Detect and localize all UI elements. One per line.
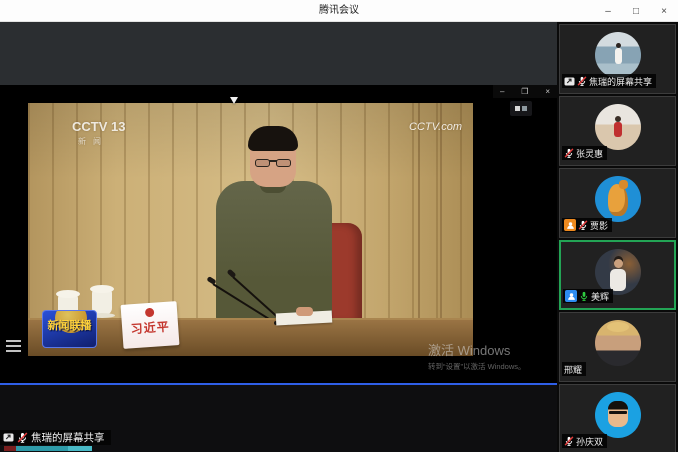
avatar [595, 104, 641, 150]
emblem-icon [144, 308, 154, 318]
shared-app-minimize-icon: – [500, 85, 504, 98]
windows-activation-watermark: 激活 Windows 转到“设置”以激活 Windows。 [428, 340, 526, 372]
participant-name: 贾影 [590, 219, 608, 232]
participant-name: 邢耀 [564, 363, 582, 376]
participants-sidebar: 焦瑞的屏幕共享 张灵惠 贾影 [557, 22, 678, 452]
cctv13-sub-watermark: 新闻 [78, 136, 125, 147]
muted-mic-icon [17, 432, 28, 443]
participant-name: 张灵惠 [576, 147, 603, 160]
avatar [595, 176, 641, 222]
speaker-hand [296, 307, 313, 316]
cctv13-watermark: CCTV 13 新闻 [72, 119, 125, 147]
mouse-cursor [230, 97, 238, 104]
shared-screen-area: CCTV 13 新闻 CCTV.com [0, 22, 557, 452]
name-plate: 习近平 [121, 301, 180, 349]
maximize-button[interactable]: □ [622, 6, 650, 17]
cctvcom-watermark: CCTV.com [409, 121, 462, 133]
shared-video-player: CCTV 13 新闻 CCTV.com [0, 85, 557, 383]
avatar [595, 320, 641, 366]
cctv-video-frame: CCTV 13 新闻 CCTV.com [28, 103, 473, 356]
participant-tile-active-speaker[interactable]: 美辉 [559, 240, 676, 310]
xinwenlianbo-logo: 新闻联播 XINWENLIANBO [42, 310, 97, 348]
participant-tile[interactable]: 焦瑞的屏幕共享 [559, 24, 676, 94]
avatar [595, 32, 641, 78]
participant-label: 邢耀 [562, 362, 586, 376]
participant-tile[interactable]: 贾影 [559, 168, 676, 238]
member-badge-icon [565, 290, 577, 302]
muted-mic-icon [578, 220, 588, 230]
active-mic-icon [579, 291, 589, 301]
close-button[interactable]: × [650, 6, 678, 17]
muted-mic-icon [564, 148, 574, 158]
avatar [595, 392, 641, 438]
speaker-head [250, 129, 296, 187]
participant-label: 美辉 [563, 289, 613, 303]
shared-app-restore-icon: ❐ [521, 85, 528, 98]
host-badge-icon [564, 219, 576, 231]
window-title: 腾讯会议 [0, 0, 678, 22]
screen-share-banner-label: 焦瑞的屏幕共享 [31, 430, 105, 445]
shared-app-close-icon: × [545, 85, 550, 98]
muted-mic-icon [577, 76, 587, 86]
speaker-glasses [254, 159, 292, 168]
participant-name: 美辉 [591, 290, 609, 303]
participant-label: 贾影 [562, 218, 612, 232]
screen-share-banner: 焦瑞的屏幕共享 [0, 430, 111, 445]
meeting-window: 腾讯会议 – □ × CCTV 13 新闻 CCTV.com [0, 0, 678, 452]
name-plate-text: 习近平 [122, 317, 179, 338]
screen-share-icon [564, 76, 575, 87]
participant-name: 焦瑞的屏幕共享 [589, 75, 652, 88]
participant-label: 张灵惠 [562, 146, 607, 160]
muted-mic-icon [564, 436, 574, 446]
participant-tile[interactable]: 邢耀 [559, 312, 676, 382]
activation-line1: 激活 Windows [428, 340, 526, 359]
xinwenlianbo-text: 新闻联播 [43, 317, 96, 333]
bottom-strip: 焦瑞的屏幕共享 [0, 385, 557, 452]
participant-name: 孙庆双 [576, 435, 603, 448]
window-controls: – □ × [594, 0, 678, 22]
participant-tile[interactable]: 孙庆双 [559, 384, 676, 452]
participant-label: 孙庆双 [562, 434, 607, 448]
shared-app-titlebar: – ❐ × [493, 85, 557, 98]
shared-app-grid-button [510, 101, 532, 116]
participant-label: 焦瑞的屏幕共享 [562, 74, 656, 88]
activation-line2: 转到“设置”以激活 Windows。 [428, 361, 526, 372]
titlebar: 腾讯会议 – □ × [0, 0, 678, 22]
speaker-body [216, 181, 332, 323]
screen-share-icon [3, 432, 14, 443]
taskbar-sliver [4, 446, 92, 451]
minimize-button[interactable]: – [594, 6, 622, 17]
participant-tile[interactable]: 张灵惠 [559, 96, 676, 166]
playlist-icon [6, 340, 21, 353]
